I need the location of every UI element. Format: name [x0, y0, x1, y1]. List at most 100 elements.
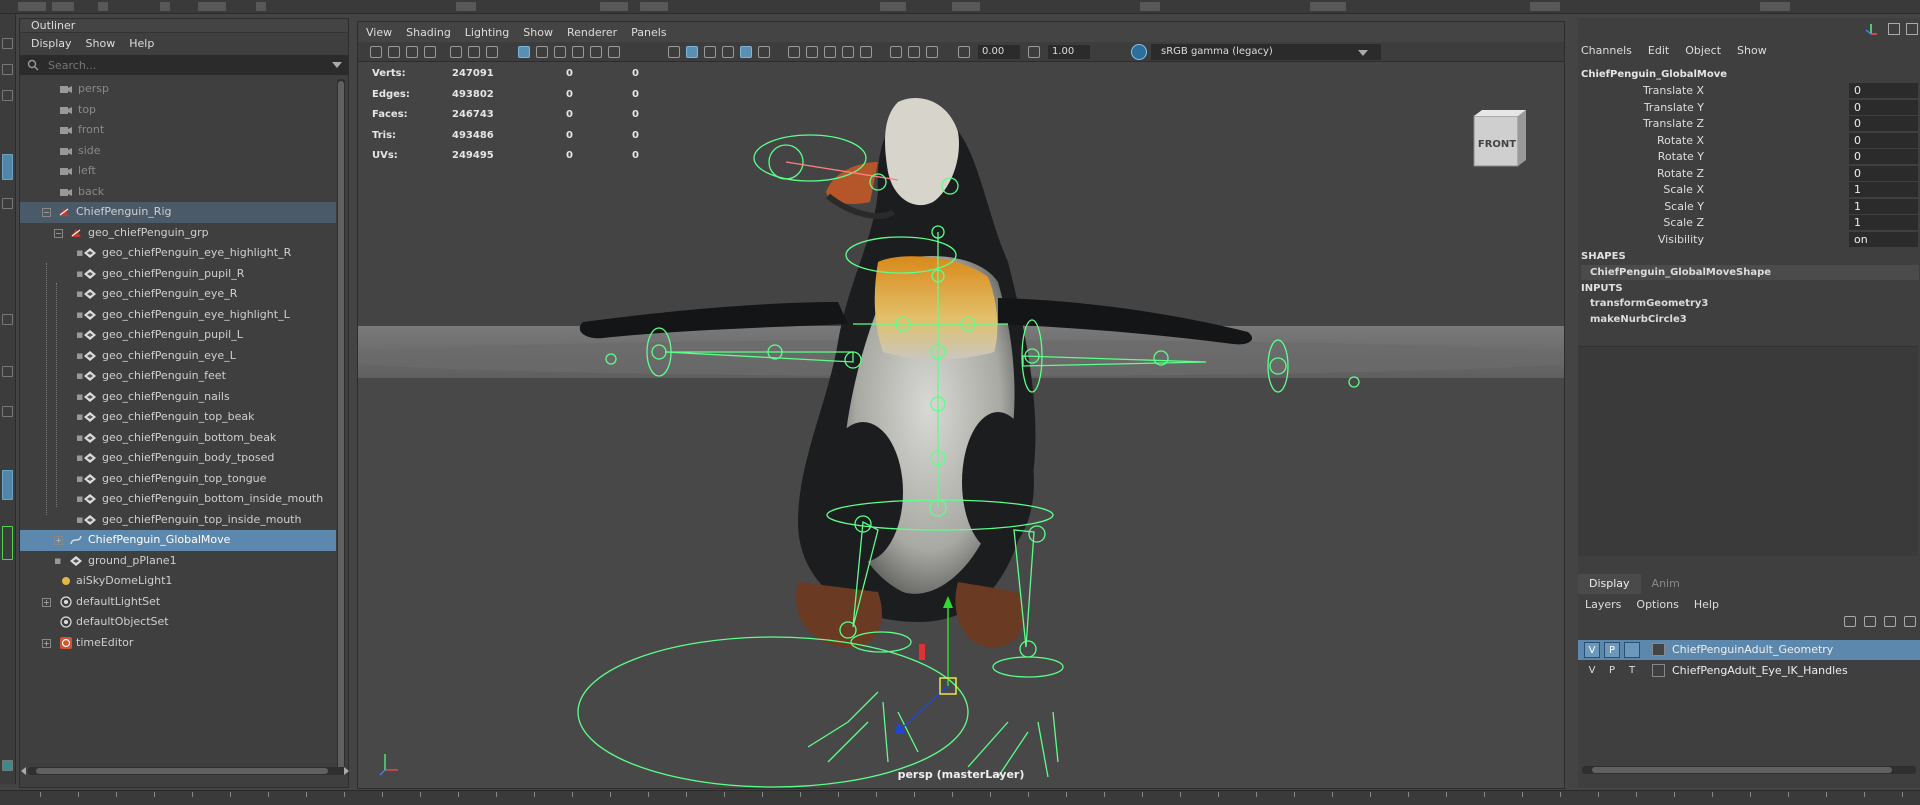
expand-icon[interactable]: ▪ [76, 243, 83, 263]
scrollbar-thumb[interactable] [1592, 767, 1892, 773]
outliner-menu-display[interactable]: Display [31, 37, 72, 50]
viewport-panel[interactable]: FRONT View Shading Lighting Show Rendere… [357, 21, 1565, 789]
status-line-block[interactable] [160, 2, 170, 11]
collapse-icon[interactable]: − [54, 228, 63, 238]
chevron-down-icon[interactable] [1358, 50, 1368, 56]
color-management-icon[interactable] [1131, 44, 1147, 60]
expand-icon[interactable]: ▪ [76, 264, 83, 284]
status-line-block[interactable] [1530, 2, 1560, 11]
attr-value[interactable]: on [1849, 231, 1918, 247]
lasso-tool-icon[interactable] [2, 64, 13, 75]
expand-icon[interactable]: ▪ [76, 510, 83, 530]
outliner-item-mesh[interactable]: ▪ geo_chiefPenguin_bottom_inside_mouth [20, 489, 336, 510]
expand-icon[interactable]: ▪ [76, 346, 83, 366]
attr-value[interactable]: 0 [1849, 165, 1918, 181]
status-line-block[interactable] [98, 2, 108, 11]
layer-name[interactable]: ChiefPengAdult_Eye_IK_Handles [1672, 661, 1848, 681]
attr-translate-y[interactable]: Translate Y 0 [1578, 99, 1918, 116]
outliner-item-mesh[interactable]: ▪ geo_chiefPenguin_bottom_beak [20, 428, 336, 449]
screen-space-ao-icon[interactable] [806, 46, 818, 58]
outliner-item-mesh[interactable]: ▪ geo_chiefPenguin_pupil_R [20, 264, 336, 285]
outliner-vertical-scrollbar[interactable] [337, 79, 345, 771]
viewcube-label[interactable]: FRONT [1476, 139, 1518, 150]
outliner-item-mesh[interactable]: ▪ geo_chiefPenguin_nails [20, 387, 336, 408]
exposure-field[interactable]: 0.00 [978, 45, 1020, 59]
axis-orient-icon[interactable] [1864, 22, 1878, 36]
channel-menu-channels[interactable]: Channels [1581, 44, 1632, 57]
status-line-block[interactable] [1310, 2, 1346, 11]
status-line-block[interactable] [18, 2, 46, 11]
layer-visibility-toggle[interactable]: V [1584, 642, 1600, 658]
layout-single-icon[interactable] [2, 314, 13, 325]
move-layer-up-icon[interactable] [1844, 616, 1856, 627]
attr-value[interactable]: 1 [1849, 215, 1918, 230]
outliner-item-globalmove[interactable]: + ChiefPenguin_GlobalMove [20, 530, 336, 551]
pan-zoom-icon[interactable] [608, 46, 620, 58]
smooth-shade-icon[interactable] [686, 46, 698, 58]
collapse-icon[interactable]: − [42, 208, 51, 217]
depth-of-field-icon[interactable] [860, 46, 872, 58]
expand-icon[interactable]: + [42, 638, 51, 648]
outliner-item-front[interactable]: front [20, 120, 336, 141]
search-options-chevron-down-icon[interactable] [332, 62, 342, 68]
outliner-horizontal-scrollbar[interactable] [28, 767, 346, 775]
layer-color-swatch[interactable] [1652, 664, 1665, 677]
wireframe-shaded-icon[interactable] [668, 46, 680, 58]
scrollbar-thumb[interactable] [36, 768, 328, 774]
outliner-item-mesh[interactable]: ▪ geo_chiefPenguin_top_beak [20, 407, 336, 428]
layer-row[interactable]: V P ChiefPenguinAdult_Geometry [1578, 640, 1920, 660]
status-line-block[interactable] [198, 2, 226, 11]
layer-color-swatch[interactable] [1652, 643, 1665, 656]
layer-playback-toggle[interactable]: P [1604, 663, 1620, 679]
outliner-item-mesh[interactable]: ▪ geo_chiefPenguin_eye_R [20, 284, 336, 305]
layer-menu-options[interactable]: Options [1636, 598, 1678, 611]
outliner-item-mesh[interactable]: ▪ geo_chiefPenguin_pupil_L [20, 325, 336, 346]
paint-select-tool-icon[interactable] [2, 90, 13, 101]
channel-menu-edit[interactable]: Edit [1648, 44, 1669, 57]
expand-icon[interactable]: ▪ [76, 489, 83, 509]
status-line-block[interactable] [952, 2, 980, 11]
status-line-block[interactable] [600, 2, 628, 11]
attr-rotate-z[interactable]: Rotate Z 0 [1578, 165, 1918, 182]
film-gate-icon[interactable] [468, 46, 480, 58]
layout-graph-icon[interactable] [2, 526, 13, 560]
outliner-item-side[interactable]: side [20, 141, 336, 162]
scroll-left-icon[interactable] [21, 767, 26, 775]
outliner-item-persp[interactable]: persp [20, 79, 336, 100]
layer-playback-toggle[interactable]: P [1604, 642, 1620, 658]
xray-active-icon[interactable] [926, 46, 938, 58]
field-chart-icon[interactable] [572, 46, 584, 58]
layer-editor-scrollbar[interactable] [1582, 766, 1916, 774]
status-line-block[interactable] [52, 2, 74, 11]
expand-icon[interactable]: ▪ [76, 448, 83, 468]
expand-icon[interactable]: ▪ [54, 551, 61, 571]
outliner-item-ground[interactable]: ▪ ground_pPlane1 [20, 551, 336, 572]
wireframe-on-shaded-icon[interactable] [704, 46, 716, 58]
status-line-block[interactable] [880, 2, 906, 11]
attr-value[interactable]: 0 [1849, 116, 1918, 131]
status-line-block[interactable] [256, 2, 266, 11]
layout-four-icon[interactable] [2, 366, 13, 377]
outliner-item-chiefpenguin-rig[interactable]: − ChiefPenguin_Rig [20, 202, 336, 223]
outliner-item-back[interactable]: back [20, 182, 336, 203]
status-line-block[interactable] [1140, 2, 1160, 11]
expand-icon[interactable]: ▪ [76, 428, 83, 448]
viewcube[interactable] [1473, 110, 1526, 167]
layer-display-type-toggle[interactable]: T [1624, 663, 1640, 679]
time-slider[interactable] [0, 790, 1920, 805]
gate-mask-icon[interactable] [590, 46, 602, 58]
attr-value[interactable]: 0 [1849, 132, 1918, 148]
expand-icon[interactable]: ▪ [76, 469, 83, 489]
move-layer-down-icon[interactable] [1864, 616, 1876, 627]
viewport-menu-panels[interactable]: Panels [631, 26, 666, 39]
layer-menu-layers[interactable]: Layers [1585, 598, 1621, 611]
wireframe-icon[interactable] [518, 46, 530, 58]
viewport-menu-renderer[interactable]: Renderer [567, 26, 617, 39]
scroll-right-icon[interactable] [344, 767, 349, 775]
outliner-item-timeeditor[interactable]: + timeEditor [20, 633, 336, 654]
gamma-field[interactable]: 1.00 [1048, 45, 1090, 59]
move-tool-icon[interactable] [2, 154, 13, 180]
resolution-gate-icon[interactable] [486, 46, 498, 58]
viewport-menu-lighting[interactable]: Lighting [465, 26, 509, 39]
new-layer-icon[interactable] [1884, 616, 1896, 627]
